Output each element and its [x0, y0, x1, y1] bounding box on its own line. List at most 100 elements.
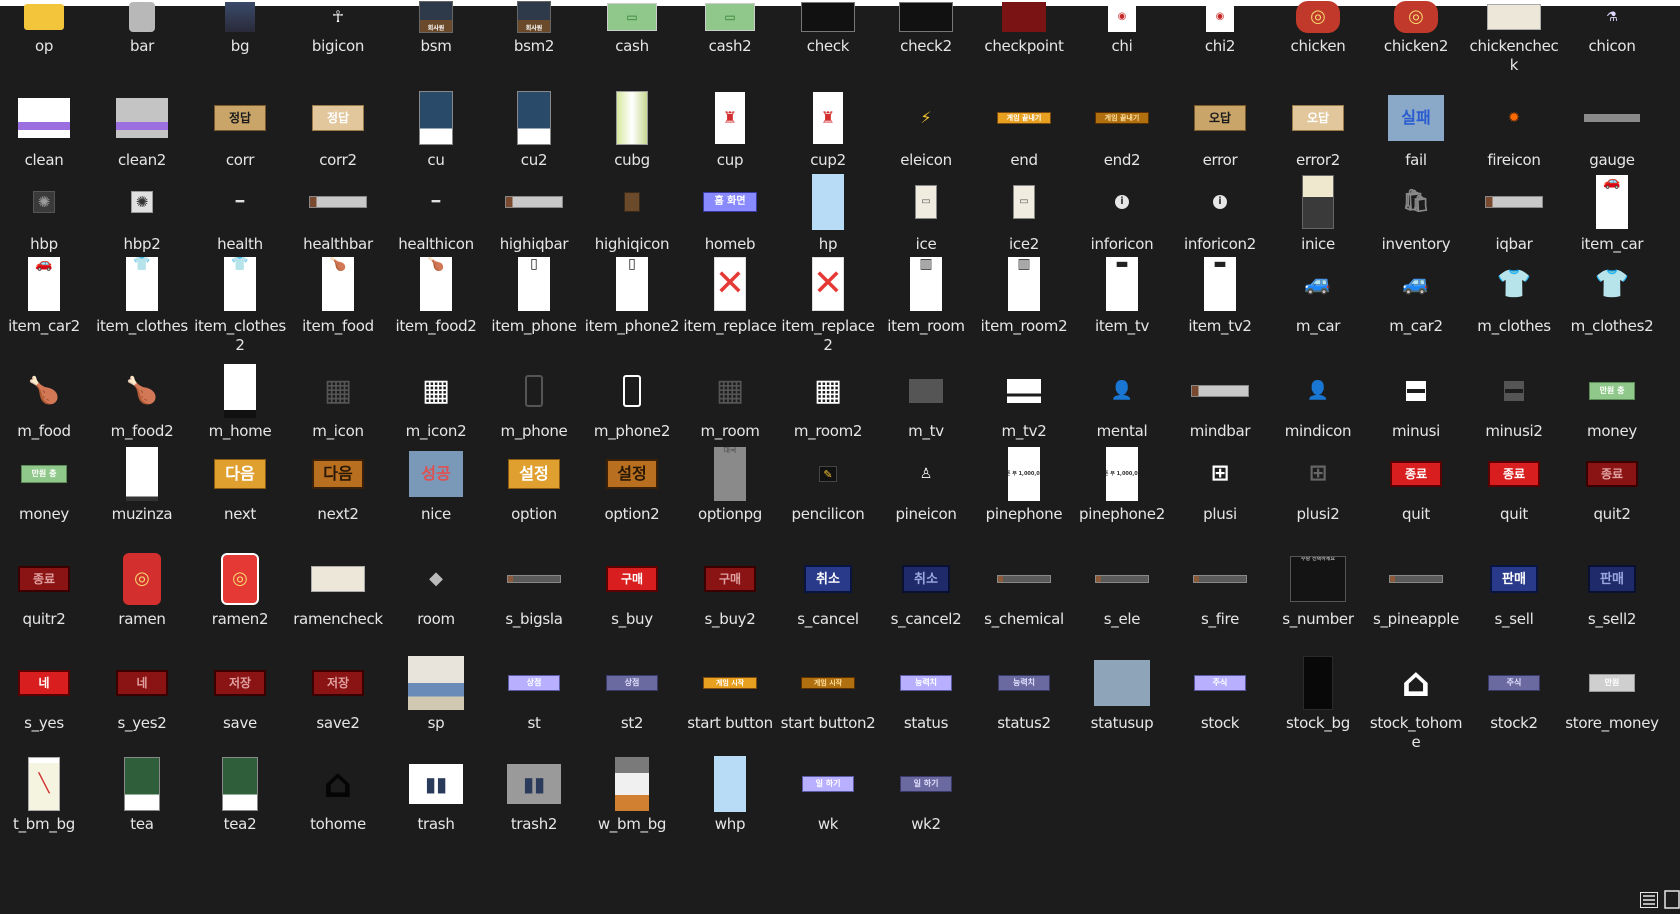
file-item[interactable]: 회사원 bsm: [388, 0, 484, 56]
file-item[interactable]: ✹ fireicon: [1466, 88, 1562, 170]
file-item[interactable]: ▦ m_icon2: [388, 363, 484, 441]
file-item[interactable]: 🍗 item_food: [290, 254, 386, 336]
file-item[interactable]: 대국 optionpg: [682, 446, 778, 524]
file-item[interactable]: 👤 mental: [1074, 363, 1170, 441]
file-item[interactable]: ▭ ice2: [976, 172, 1072, 254]
file-item[interactable]: ♙ pineicon: [878, 446, 974, 524]
file-item[interactable]: m_phone: [486, 363, 582, 441]
file-item[interactable]: 종료 quit2: [1564, 446, 1660, 524]
file-item[interactable]: s_chemical: [976, 551, 1072, 629]
file-item[interactable]: 만원 store_money: [1564, 655, 1660, 733]
file-item[interactable]: 👕 m_clothes2: [1564, 254, 1660, 336]
file-item[interactable]: ◆ room: [388, 551, 484, 629]
file-item[interactable]: ◉ chi2: [1172, 0, 1268, 56]
file-item[interactable]: 구매 s_buy2: [682, 551, 778, 629]
file-item[interactable]: ▮▮ trash2: [486, 756, 582, 834]
file-item[interactable]: ⌂ tohome: [290, 756, 386, 834]
file-item[interactable]: whp: [682, 756, 778, 834]
file-item[interactable]: ▥ item_room2: [976, 254, 1072, 336]
file-item[interactable]: i inforicon2: [1172, 172, 1268, 254]
file-item[interactable]: check: [780, 0, 876, 56]
file-item[interactable]: cubg: [584, 88, 680, 170]
file-item[interactable]: ⊞ plusi: [1172, 446, 1268, 524]
file-item[interactable]: healthbar: [290, 172, 386, 254]
file-item[interactable]: s_pineapple: [1368, 551, 1464, 629]
file-item[interactable]: 오답 error: [1172, 88, 1268, 170]
file-item[interactable]: 👤 mindicon: [1270, 363, 1366, 441]
file-item[interactable]: iqbar: [1466, 172, 1562, 254]
file-item[interactable]: 👕 m_clothes: [1466, 254, 1562, 336]
file-item[interactable]: ◎ chicken: [1270, 0, 1366, 56]
file-item[interactable]: ramencheck: [290, 551, 386, 629]
file-item[interactable]: 네 s_yes: [0, 655, 92, 733]
file-item[interactable]: bg: [192, 0, 288, 56]
file-item[interactable]: m_tv: [878, 363, 974, 441]
file-item[interactable]: ♜ cup2: [780, 88, 876, 170]
file-item[interactable]: ⚗ chicon: [1564, 0, 1660, 56]
file-item[interactable]: 판매 s_sell2: [1564, 551, 1660, 629]
file-item[interactable]: 게임 끝내기 end2: [1074, 88, 1170, 170]
file-item[interactable]: ◉ chi: [1074, 0, 1170, 56]
file-item[interactable]: 상점 st2: [584, 655, 680, 733]
file-item[interactable]: s_fire: [1172, 551, 1268, 629]
file-item[interactable]: ▬ item_tv: [1074, 254, 1170, 336]
file-item[interactable]: 👕 item_clothes: [94, 254, 190, 336]
file-item[interactable]: chickencheck: [1466, 0, 1562, 75]
file-item[interactable]: ╲ t_bm_bg: [0, 756, 92, 834]
file-item[interactable]: 능력치 status2: [976, 655, 1072, 733]
file-item[interactable]: ✺ hbp2: [94, 172, 190, 254]
file-item[interactable]: 주식 stock2: [1466, 655, 1562, 733]
file-item[interactable]: 🚙 m_car: [1270, 254, 1366, 336]
file-item[interactable]: ▬ item_tv2: [1172, 254, 1268, 336]
file-item[interactable]: 파인폰 부 1,000,000원 pinephone2: [1074, 446, 1170, 524]
file-item[interactable]: 교사 tea2: [192, 756, 288, 834]
file-item[interactable]: 👕 item_clothes2: [192, 254, 288, 355]
file-item[interactable]: 🍗 item_food2: [388, 254, 484, 336]
file-item[interactable]: 일 하기 wk: [780, 756, 876, 834]
large-icons-view-icon[interactable]: [1664, 890, 1680, 909]
file-item[interactable]: s_ele: [1074, 551, 1170, 629]
file-item[interactable]: 정답 corr2: [290, 88, 386, 170]
file-item[interactable]: w_bm_bg: [584, 756, 680, 834]
file-item[interactable]: ✎ pencilicon: [780, 446, 876, 524]
file-item[interactable]: 상점 st: [486, 655, 582, 733]
file-item[interactable]: ━ health: [192, 172, 288, 254]
file-item[interactable]: 취소 s_cancel: [780, 551, 876, 629]
file-item[interactable]: ▭ cash: [584, 0, 680, 56]
file-item[interactable]: ▦ m_icon: [290, 363, 386, 441]
file-item[interactable]: 저장 save2: [290, 655, 386, 733]
file-item[interactable]: ⌂ stock_tohome: [1368, 655, 1464, 752]
file-item[interactable]: ▭ ice: [878, 172, 974, 254]
file-item[interactable]: 정답 corr: [192, 88, 288, 170]
file-item[interactable]: ⊞ plusi2: [1270, 446, 1366, 524]
file-item[interactable]: op: [0, 0, 92, 56]
file-item[interactable]: ✺ hbp: [0, 172, 92, 254]
file-item[interactable]: 🚙 m_car2: [1368, 254, 1464, 336]
file-item[interactable]: ▦ m_room2: [780, 363, 876, 441]
file-item[interactable]: highiqbar: [486, 172, 582, 254]
file-item[interactable]: 성공 nice: [388, 446, 484, 524]
details-view-icon[interactable]: [1640, 892, 1658, 908]
file-item[interactable]: statusup: [1074, 655, 1170, 733]
file-item[interactable]: stock_bg: [1270, 655, 1366, 733]
file-item[interactable]: 🍗 m_food2: [94, 363, 190, 441]
file-item[interactable]: ✕ item_replace: [682, 254, 778, 336]
file-item[interactable]: check2: [878, 0, 974, 56]
file-item[interactable]: 🚗 item_car2: [0, 254, 92, 336]
file-item[interactable]: s_bigsla: [486, 551, 582, 629]
file-item[interactable]: cu: [388, 88, 484, 170]
file-item[interactable]: clean2: [94, 88, 190, 170]
file-item[interactable]: 일 하기 wk2: [878, 756, 974, 834]
file-item[interactable]: minusi: [1368, 363, 1464, 441]
file-item[interactable]: 🛍 inventory: [1368, 172, 1464, 254]
file-item[interactable]: m_home: [192, 363, 288, 441]
file-item[interactable]: 능력치 status: [878, 655, 974, 733]
file-item[interactable]: 구매 s_buy: [584, 551, 680, 629]
file-item[interactable]: 종료 quitr2: [0, 551, 92, 629]
file-item[interactable]: 홈 화면 homeb: [682, 172, 778, 254]
file-item[interactable]: mindbar: [1172, 363, 1268, 441]
file-item[interactable]: ▮▮ trash: [388, 756, 484, 834]
file-item[interactable]: 게임 시작 start button: [682, 655, 778, 733]
file-item[interactable]: 게임 끝내기 end: [976, 88, 1072, 170]
file-item[interactable]: ☥ bigicon: [290, 0, 386, 56]
